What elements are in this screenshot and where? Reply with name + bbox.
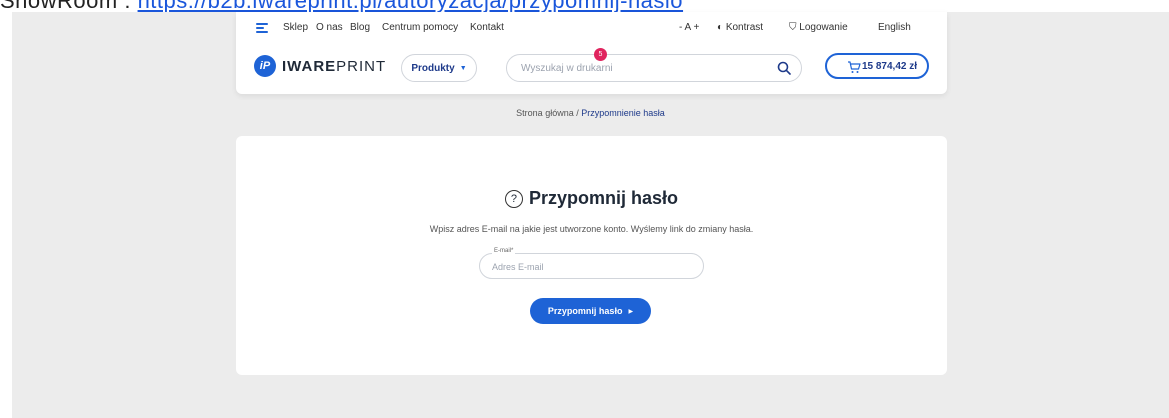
- top-bar: Sklep O nas Blog Centrum pomocy Kontakt …: [236, 20, 947, 38]
- logo-wordmark-bold: IWARE: [282, 57, 337, 75]
- search-icon[interactable]: [777, 61, 791, 75]
- contrast-icon: ◐: [717, 22, 724, 33]
- breadcrumb-home[interactable]: Strona główna: [516, 108, 574, 118]
- email-field[interactable]: E-mail* Adres E-mail: [479, 248, 704, 279]
- products-dropdown-button[interactable]: Produkty ▼: [401, 54, 477, 82]
- remind-password-label: Przypomnij hasło: [547, 306, 623, 316]
- browser-viewport: Sklep O nas Blog Centrum pomocy Kontakt …: [12, 12, 1169, 418]
- nav-link-sklep[interactable]: Sklep: [283, 22, 308, 33]
- login-link[interactable]: ⛉ Logowanie: [789, 22, 848, 33]
- email-label: E-mail*: [492, 248, 516, 254]
- shield-icon: ⛉: [789, 22, 797, 33]
- cart-count-badge: 5: [594, 48, 607, 61]
- password-reset-card: ? Przypomnij hasło Wpisz adres E-mail na …: [236, 136, 947, 375]
- breadcrumb: Strona główna / Przypomnienie hasła: [12, 108, 1169, 118]
- logo-badge: iP: [254, 55, 276, 77]
- form-description: Wpisz adres E-mail na jakie jest utworzo…: [429, 224, 754, 234]
- nav-link-kontakt[interactable]: Kontakt: [470, 22, 504, 33]
- logo-wordmark-light: PRINT: [336, 57, 387, 75]
- breadcrumb-current: Przypomnienie hasła: [581, 108, 665, 118]
- page-caption: ShowRoom : https://b2b.iwareprint.pl/aut…: [0, 0, 1169, 13]
- remind-password-button[interactable]: Przypomnij hasło ▶: [530, 298, 651, 324]
- page-title-text: Przypomnij hasło: [528, 188, 679, 208]
- page-title: ? Przypomnij hasło: [236, 188, 947, 209]
- nav-link-blog[interactable]: Blog: [350, 22, 370, 33]
- search-input[interactable]: Wyszukaj w drukarni: [506, 54, 802, 82]
- nav-link-o-nas[interactable]: O nas: [316, 22, 343, 33]
- search-placeholder: Wyszukaj w drukarni: [521, 62, 613, 74]
- hamburger-menu-icon[interactable]: [256, 23, 268, 33]
- site-logo[interactable]: iP IWAREPRINT: [254, 54, 386, 78]
- logo-wordmark: IWAREPRINT: [282, 58, 386, 75]
- site-header: Sklep O nas Blog Centrum pomocy Kontakt …: [236, 12, 947, 94]
- contrast-label: Kontrast: [725, 22, 764, 33]
- cart-total: 15 874,42 zł: [861, 60, 917, 72]
- arrow-right-icon: ▶: [628, 308, 634, 315]
- font-size-toggle[interactable]: - A +: [679, 22, 699, 33]
- cart-icon: [848, 61, 861, 73]
- question-icon: ?: [504, 190, 523, 208]
- products-label: Produkty: [411, 62, 455, 74]
- email-placeholder: Adres E-mail: [492, 262, 544, 272]
- contrast-toggle[interactable]: ◐ Kontrast: [717, 22, 763, 33]
- cart-button[interactable]: 15 874,42 zł: [825, 53, 929, 79]
- nav-link-centrum-pomocy[interactable]: Centrum pomocy: [382, 22, 458, 33]
- chevron-down-icon: ▼: [459, 64, 467, 72]
- login-label: Logowanie: [799, 22, 848, 33]
- language-switch[interactable]: English: [878, 22, 911, 33]
- breadcrumb-separator: /: [576, 108, 579, 118]
